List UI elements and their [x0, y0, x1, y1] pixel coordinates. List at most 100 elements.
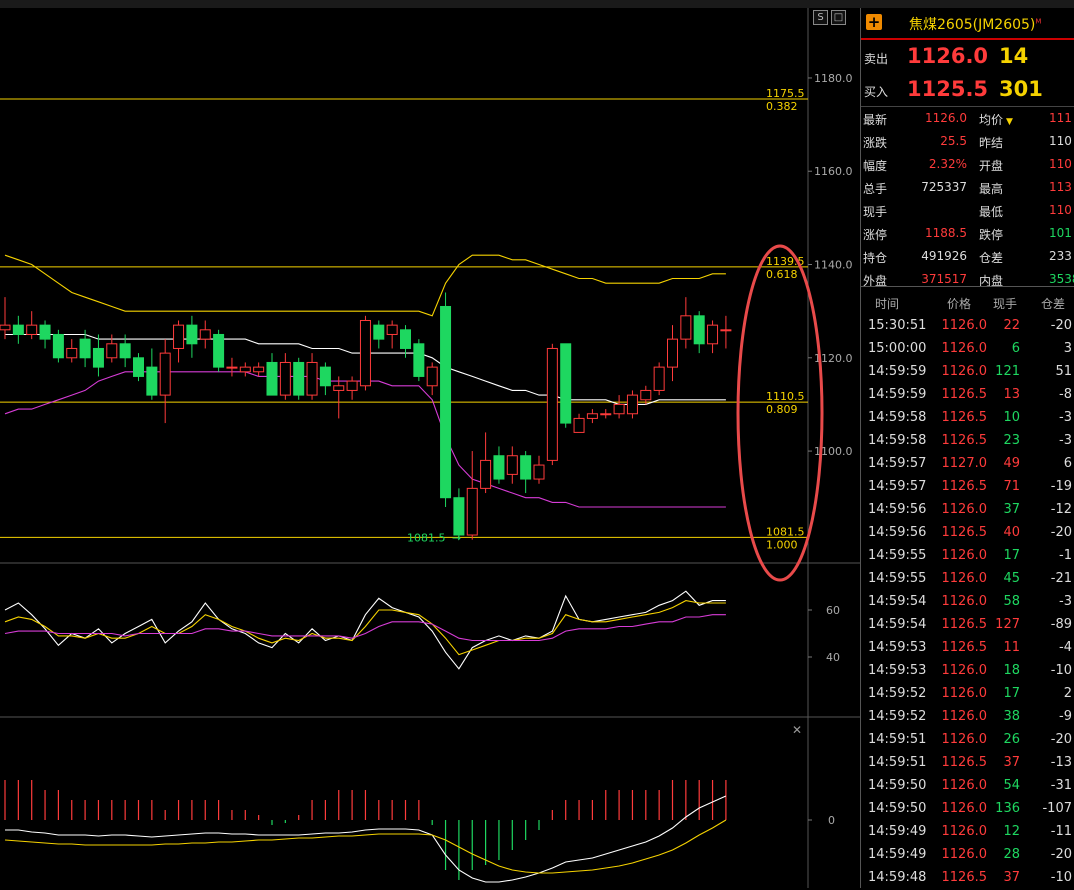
tick-price: 1126.0: [941, 502, 988, 517]
stat-value: 1188.5: [925, 226, 967, 240]
tick-row[interactable]: 14:59:49 1126.0 28 -20: [861, 844, 1074, 867]
tick-price: 1126.0: [941, 778, 988, 793]
tick-row[interactable]: 14:59:53 1126.0 18 -10: [861, 660, 1074, 683]
tick-row[interactable]: 14:59:56 1126.0 37 -12: [861, 499, 1074, 522]
tick-row[interactable]: 14:59:52 1126.0 17 2: [861, 683, 1074, 706]
tick-price: 1126.0: [941, 594, 988, 609]
fib-ratio-label: 0.618: [766, 268, 798, 281]
tick-row[interactable]: 14:59:55 1126.0 45 -21: [861, 568, 1074, 591]
tick-row[interactable]: 14:59:54 1126.0 58 -3: [861, 591, 1074, 614]
tick-time: 14:59:58: [868, 433, 927, 448]
bid-volume: 301: [999, 77, 1043, 101]
candle-body: [720, 329, 732, 332]
candle-body: [480, 459, 492, 489]
boll-lower-line: [4, 371, 726, 508]
candle-body: [359, 319, 371, 387]
tick-price: 1126.0: [941, 571, 988, 586]
tick-row[interactable]: 14:59:50 1126.0 54 -31: [861, 775, 1074, 798]
close-icon[interactable]: ✕: [792, 723, 802, 737]
candle-body: [266, 361, 278, 396]
stat-value: 113: [1049, 180, 1072, 194]
tick-diff: -3: [1059, 410, 1072, 425]
candle-body: [573, 417, 585, 433]
stat-value: 25.5: [940, 134, 967, 148]
tick-row[interactable]: 14:59:51 1126.5 37 -13: [861, 752, 1074, 775]
tick-row[interactable]: 15:00:00 1126.0 6 3: [861, 338, 1074, 361]
tick-diff: -20: [1050, 847, 1072, 862]
tick-time: 14:59:57: [868, 456, 927, 471]
tick-row[interactable]: 14:59:57 1127.0 49 6: [861, 453, 1074, 476]
window-box-button[interactable]: □: [831, 10, 846, 25]
stat-value: 3538: [1049, 272, 1074, 286]
tick-row[interactable]: 14:59:58 1126.5 10 -3: [861, 407, 1074, 430]
candle-body: [586, 413, 598, 419]
stat-value: 233: [1049, 249, 1072, 263]
tick-row[interactable]: 14:59:52 1126.0 38 -9: [861, 706, 1074, 729]
stat-label: 现手: [863, 205, 888, 219]
tick-row[interactable]: 14:59:51 1126.0 26 -20: [861, 729, 1074, 752]
tick-row[interactable]: 14:59:55 1126.0 17 -1: [861, 545, 1074, 568]
candle-body: [79, 338, 91, 359]
ticks-list[interactable]: 15:30:51 1126.0 22 -20 15:00:00 1126.0 6 3 14:59…: [861, 315, 1074, 890]
tick-row[interactable]: 14:59:54 1126.5 127 -89: [861, 614, 1074, 637]
stat-label: 最高: [979, 182, 1004, 196]
tick-price: 1126.0: [941, 709, 988, 724]
candle-body: [560, 343, 572, 424]
tick-time: 14:59:56: [868, 525, 927, 540]
tick-price: 1126.5: [941, 617, 988, 632]
stat-label: 持仓: [863, 251, 888, 265]
tick-row[interactable]: 14:59:50 1126.0 136 -107: [861, 798, 1074, 821]
tick-time: 14:59:50: [868, 801, 927, 816]
add-icon[interactable]: +: [866, 14, 882, 30]
tick-time: 14:59:53: [868, 663, 927, 678]
tick-price: 1126.0: [941, 824, 988, 839]
y-tick-label: 0: [828, 814, 835, 827]
stat-label: 幅度: [863, 159, 888, 173]
ticks-header: 时间 价格 现手 仓差: [861, 292, 1074, 314]
candle-body: [520, 455, 532, 480]
price-chart[interactable]: 1180.01160.01140.01120.01100.01175.50.38…: [0, 0, 860, 888]
tick-row[interactable]: 14:59:59 1126.0 121 51: [861, 361, 1074, 384]
candle-body: [680, 315, 692, 340]
y-tick-label: 1160.0: [814, 165, 853, 178]
chart-area[interactable]: 1180.0 1160.0 1140.0 1120.0 1100.0 1175.5 0.38…: [0, 0, 860, 888]
tick-volume: 17: [1003, 686, 1020, 701]
tick-price: 1126.5: [941, 433, 988, 448]
tick-row[interactable]: 14:59:59 1126.5 13 -8: [861, 384, 1074, 407]
divider: [861, 286, 1074, 287]
tick-volume: 13: [1003, 387, 1020, 402]
candle-body: [600, 413, 612, 416]
boll-upper-line: [4, 254, 726, 317]
triangle-down-icon[interactable]: ▼: [1006, 117, 1013, 127]
tick-row[interactable]: 14:59:53 1126.5 11 -4: [861, 637, 1074, 660]
candle-body: [373, 324, 385, 340]
tick-row[interactable]: 15:30:51 1126.0 22 -20: [861, 315, 1074, 338]
tick-row[interactable]: 14:59:48 1126.5 37 -10: [861, 867, 1074, 890]
candle-body: [306, 361, 318, 396]
tick-diff: -20: [1050, 318, 1072, 333]
tick-volume: 26: [1003, 732, 1020, 747]
candle-body: [146, 366, 158, 396]
tick-diff: 3: [1063, 341, 1072, 356]
candle-body: [707, 324, 719, 345]
tick-time: 14:59:49: [868, 824, 927, 839]
tick-volume: 54: [1003, 778, 1020, 793]
tick-time: 15:00:00: [868, 341, 927, 356]
ask-label: 卖出: [864, 52, 889, 66]
s-toggle-button[interactable]: S: [813, 10, 828, 25]
candle-body: [159, 352, 171, 396]
tick-diff: -11: [1050, 824, 1072, 839]
tick-time: 14:59:52: [868, 709, 927, 724]
tick-price: 1126.5: [941, 410, 988, 425]
candle-body: [52, 333, 64, 359]
candle-body: [626, 394, 638, 415]
candle-body: [386, 324, 398, 335]
tick-row[interactable]: 14:59:56 1126.5 40 -20: [861, 522, 1074, 545]
tick-row[interactable]: 14:59:58 1126.5 23 -3: [861, 430, 1074, 453]
tick-row[interactable]: 14:59:57 1126.5 71 -19: [861, 476, 1074, 499]
stats-grid: 最新 1126.0 均价 ▼ 111 涨跌 25.5 昨结 110 幅度 2.32% 开盘 110 总手 7…: [861, 107, 1074, 290]
tick-row[interactable]: 14:59:49 1126.0 12 -11: [861, 821, 1074, 844]
candle-body: [453, 497, 465, 536]
tick-time: 14:59:48: [868, 870, 927, 885]
tick-price: 1126.0: [941, 364, 988, 379]
